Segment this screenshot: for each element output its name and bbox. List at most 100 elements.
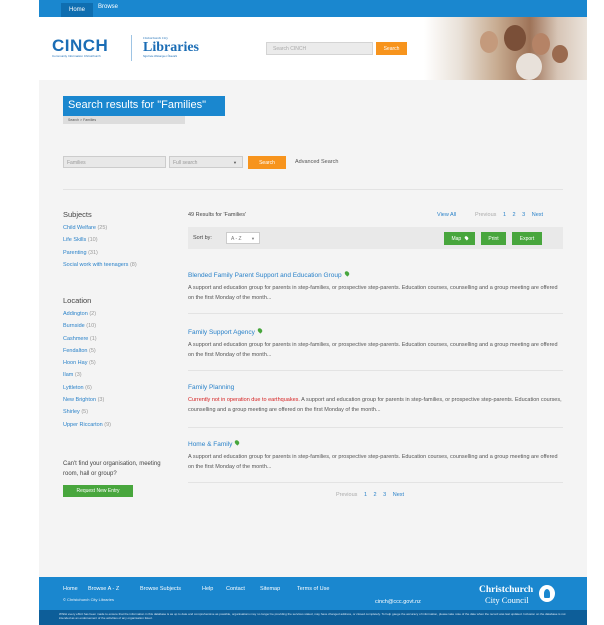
pager-page[interactable]: 3 <box>383 492 386 498</box>
result-title[interactable]: Blended Family Parent Support and Educat… <box>188 272 342 279</box>
council-logo-line2[interactable]: City Council <box>485 595 529 605</box>
pager-page[interactable]: 2 <box>513 212 516 218</box>
results-count: 49 Results for 'Families' <box>188 212 247 218</box>
pager-page[interactable]: 2 <box>374 492 377 498</box>
council-fern-icon <box>539 585 555 602</box>
location-item[interactable]: Fendalton (5) <box>63 348 111 360</box>
result-item: Family Support Agency A support and educ… <box>188 327 563 360</box>
map-button-label: Map <box>451 236 462 242</box>
sort-label: Sort by: <box>193 235 212 241</box>
result-title[interactable]: Family Planning <box>188 384 234 391</box>
pager-next[interactable]: Next <box>532 212 543 218</box>
subject-item[interactable]: Social work with teenagers (8) <box>63 262 137 274</box>
page: Home Browse CINCH Community Information … <box>39 0 587 625</box>
location-item[interactable]: New Brighton (3) <box>63 397 111 409</box>
location-item[interactable]: Ilam (3) <box>63 372 111 384</box>
result-item: Family Planning Currently not in operati… <box>188 384 563 415</box>
location-item[interactable]: Upper Riccarton (9) <box>63 422 111 434</box>
pager-page[interactable]: 1 <box>503 212 506 218</box>
subject-item[interactable]: Parenting (31) <box>63 250 137 262</box>
search-mode-value: Full search <box>173 160 198 166</box>
footer-link-sitemap[interactable]: Sitemap <box>260 586 280 592</box>
tab-home[interactable]: Home <box>61 3 94 17</box>
subject-item[interactable]: Child Welfare (25) <box>63 225 137 237</box>
location-item[interactable]: Cashmere (1) <box>63 336 111 348</box>
pager-page[interactable]: 1 <box>364 492 367 498</box>
contact-email-link[interactable]: cinch@ccc.govt.nz <box>375 599 421 605</box>
result-description: Currently not in operation due to earthq… <box>188 395 563 415</box>
divider <box>63 189 563 190</box>
site-footer: Home Browse A - Z Browse Subjects Help C… <box>39 577 587 610</box>
sort-select[interactable]: A - Z ▼ <box>226 232 260 244</box>
page-title: Search results for "Families" <box>63 96 225 116</box>
pager-previous: Previous <box>475 212 497 218</box>
advanced-search-link[interactable]: Advanced Search <box>295 159 338 165</box>
subjects-list: Child Welfare (25) Life Skills (10) Pare… <box>63 225 137 274</box>
result-item: Home & Family A support and education gr… <box>188 439 563 472</box>
view-all-link[interactable]: View All <box>437 212 456 218</box>
map-pin-icon <box>463 235 469 241</box>
tab-browse[interactable]: Browse <box>98 4 118 10</box>
status-warning: Currently not in operation due to earthq… <box>188 397 300 403</box>
divider <box>188 313 563 314</box>
pagination-top: Previous 1 2 3 Next <box>475 212 543 218</box>
search-button[interactable]: Search <box>248 156 286 169</box>
libraries-logo[interactable]: Libraries <box>143 40 199 56</box>
libraries-logo-tagline: Ngā Kete Wānanga o Ōtautahi <box>143 55 178 58</box>
pager-page[interactable]: 3 <box>522 212 525 218</box>
location-item[interactable]: Addington (2) <box>63 311 111 323</box>
request-new-entry-button[interactable]: Request New Entry <box>63 485 133 497</box>
footer-link-browse-subjects[interactable]: Browse Subjects <box>140 586 181 592</box>
location-heading: Location <box>63 296 92 305</box>
footer-link-help[interactable]: Help <box>202 586 213 592</box>
subject-item[interactable]: Life Skills (10) <box>63 237 137 249</box>
site-header: CINCH Community Information Christchurch… <box>39 17 587 80</box>
result-item: Blended Family Parent Support and Educat… <box>188 270 563 303</box>
result-description: A support and education group for parent… <box>188 454 558 470</box>
council-logo-line1[interactable]: Christchurch <box>479 585 533 595</box>
search-mode-select[interactable]: Full search ▼ <box>169 156 243 168</box>
location-item[interactable]: Lyttleton (6) <box>63 385 111 397</box>
footer-link-terms[interactable]: Terms of Use <box>297 586 329 592</box>
map-pin-icon[interactable] <box>256 327 264 334</box>
pager-next[interactable]: Next <box>393 492 404 498</box>
location-list: Addington (2) Burnside (10) Cashmere (1)… <box>63 311 111 434</box>
export-button[interactable]: Export <box>512 232 542 245</box>
map-button[interactable]: Map <box>444 232 475 245</box>
sort-toolbar: Sort by: A - Z ▼ Map Print Export <box>188 227 563 249</box>
search-input[interactable]: Families <box>63 156 166 168</box>
breadcrumb: Search > Families <box>63 116 185 124</box>
result-title[interactable]: Family Support Agency <box>188 329 255 336</box>
result-description: A support and education group for parent… <box>188 285 558 301</box>
disclaimer: Whilst every effort has been made to ens… <box>39 610 587 625</box>
divider <box>188 427 563 428</box>
location-item[interactable]: Hoon Hay (5) <box>63 360 111 372</box>
logo-divider <box>131 35 132 61</box>
result-title[interactable]: Home & Family <box>188 441 232 448</box>
divider <box>188 482 563 483</box>
cinch-logo-subtitle: Community Information Christchurch <box>52 54 101 58</box>
chevron-down-icon: ▼ <box>251 236 255 241</box>
pagination-bottom: Previous 1 2 3 Next <box>336 492 404 498</box>
map-pin-icon[interactable] <box>234 439 241 446</box>
pager-previous: Previous <box>336 492 358 498</box>
location-item[interactable]: Burnside (10) <box>63 323 111 335</box>
header-search-button[interactable]: Search <box>376 42 407 55</box>
location-item[interactable]: Shirley (5) <box>63 409 111 421</box>
subjects-heading: Subjects <box>63 210 92 219</box>
copyright: © Christchurch City Libraries <box>63 597 114 602</box>
header-search-input[interactable]: Search CINCH <box>266 42 373 55</box>
cinch-logo[interactable]: CINCH <box>52 36 108 56</box>
print-button[interactable]: Print <box>481 232 506 245</box>
header-family-photo <box>424 17 587 80</box>
map-pin-icon[interactable] <box>343 270 350 277</box>
footer-link-browse-az[interactable]: Browse A - Z <box>88 586 119 592</box>
footer-link-contact[interactable]: Contact <box>226 586 245 592</box>
cant-find-text: Can't find your organisation, meeting ro… <box>63 461 161 477</box>
sort-value: A - Z <box>231 236 242 242</box>
chevron-down-icon: ▼ <box>233 160 237 165</box>
result-description: A support and education group for parent… <box>188 342 558 358</box>
footer-link-home[interactable]: Home <box>63 586 78 592</box>
top-nav: Home Browse <box>39 0 587 17</box>
divider <box>188 370 563 371</box>
